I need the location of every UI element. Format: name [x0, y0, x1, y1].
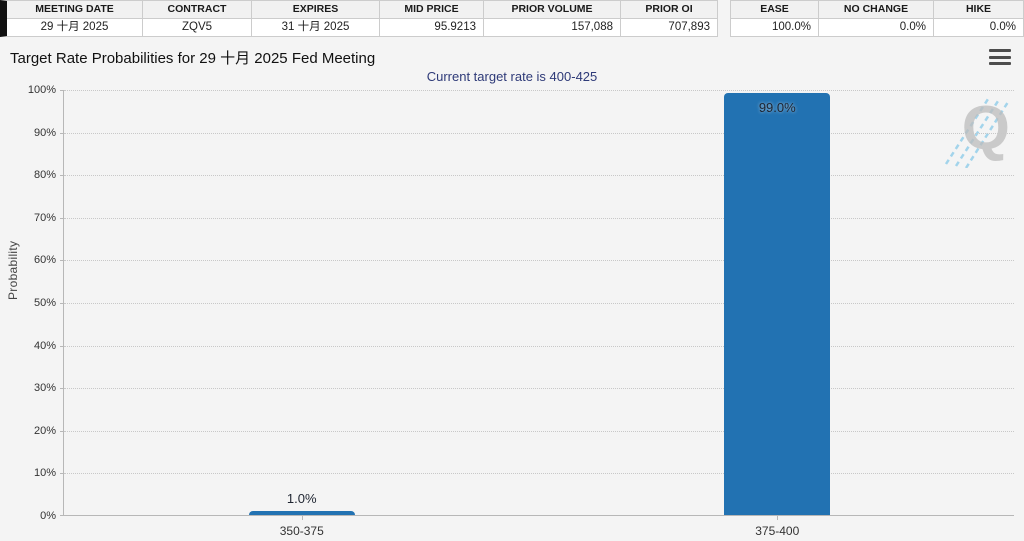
y-axis-tick-label: 50%: [12, 296, 56, 310]
watermark-q-logo: Q: [944, 92, 1012, 168]
y-axis-tick-label: 70%: [12, 211, 56, 225]
y-axis-tick: [60, 303, 64, 304]
summary-left-header-row: MEETING DATE CONTRACT EXPIRES MID PRICE …: [7, 1, 717, 19]
y-axis-tick-label: 60%: [12, 253, 56, 267]
hike-value: 0.0%: [934, 19, 1023, 36]
menu-bar: [989, 56, 1011, 59]
y-axis-tick-label: 40%: [12, 339, 56, 353]
y-axis-tick: [60, 431, 64, 432]
bar-value-label: 1.0%: [262, 491, 342, 506]
col-header-meeting-date: MEETING DATE: [7, 1, 143, 18]
y-axis-tick-label: 20%: [12, 424, 56, 438]
y-axis-tick: [60, 515, 64, 516]
y-axis-tick: [60, 218, 64, 219]
summary-right-header-row: EASE NO CHANGE HIKE: [731, 1, 1023, 19]
x-axis-category-label: 375-400: [717, 524, 837, 538]
summary-table-left: MEETING DATE CONTRACT EXPIRES MID PRICE …: [0, 0, 718, 37]
gridline-30: [64, 388, 1014, 389]
y-axis-tick: [60, 260, 64, 261]
summary-left-data-row: 29 十月 2025 ZQV5 31 十月 2025 95.9213 157,0…: [7, 19, 717, 36]
mid-price-value: 95.9213: [380, 19, 484, 36]
col-header-hike: HIKE: [934, 1, 1023, 18]
col-header-prior-volume: PRIOR VOLUME: [484, 1, 621, 18]
gridline-80: [64, 175, 1014, 176]
chart-subtitle: Current target rate is 400-425: [0, 69, 1024, 84]
meeting-date-value: 29 十月 2025: [7, 19, 143, 36]
y-axis-tick: [60, 346, 64, 347]
gridline-20: [64, 431, 1014, 432]
y-axis-tick-label: 80%: [12, 168, 56, 182]
contract-value: ZQV5: [143, 19, 252, 36]
col-header-ease: EASE: [731, 1, 819, 18]
col-header-no-change: NO CHANGE: [819, 1, 934, 18]
summary-right-data-row: 100.0% 0.0% 0.0%: [731, 19, 1023, 36]
chart-title: Target Rate Probabilities for 29 十月 2025…: [10, 47, 375, 68]
prior-oi-value: 707,893: [621, 19, 717, 36]
ease-value: 100.0%: [731, 19, 819, 36]
gridline-90: [64, 133, 1014, 134]
gridline-70: [64, 218, 1014, 219]
y-axis-tick-label: 10%: [12, 466, 56, 480]
prior-volume-value: 157,088: [484, 19, 621, 36]
x-axis-category-label: 350-375: [242, 524, 362, 538]
gridline-100: [64, 90, 1014, 91]
gridline-10: [64, 473, 1014, 474]
x-axis-tick: [302, 515, 303, 520]
menu-bar: [989, 49, 1011, 52]
gridline-50: [64, 303, 1014, 304]
bar-value-label: 99.0%: [737, 100, 817, 115]
y-axis-tick-label: 30%: [12, 381, 56, 395]
y-axis-tick: [60, 133, 64, 134]
x-axis-tick: [777, 515, 778, 520]
col-header-mid-price: MID PRICE: [380, 1, 484, 18]
col-header-prior-oi: PRIOR OI: [621, 1, 717, 18]
watermark-q-letter: Q: [962, 98, 1010, 160]
menu-icon[interactable]: [989, 49, 1011, 65]
summary-strip: MEETING DATE CONTRACT EXPIRES MID PRICE …: [0, 0, 1024, 37]
watermark-dashes-icon: [944, 92, 1012, 168]
gridline-40: [64, 346, 1014, 347]
y-axis-tick-label: 0%: [12, 509, 56, 523]
expires-value: 31 十月 2025: [252, 19, 380, 36]
bar-375-400[interactable]: [724, 93, 830, 515]
y-axis-tick: [60, 175, 64, 176]
col-header-contract: CONTRACT: [143, 1, 252, 18]
col-header-expires: EXPIRES: [252, 1, 380, 18]
no-change-value: 0.0%: [819, 19, 934, 36]
y-axis-title: Probability: [6, 241, 20, 300]
plot-area: Q 0%10%20%30%40%50%60%70%80%90%100%1.0%3…: [63, 90, 1014, 516]
y-axis-tick: [60, 473, 64, 474]
y-axis-tick: [60, 388, 64, 389]
y-axis-tick-label: 100%: [12, 83, 56, 97]
y-axis-tick-label: 90%: [12, 126, 56, 140]
y-axis-tick: [60, 90, 64, 91]
summary-table-right: EASE NO CHANGE HIKE 100.0% 0.0% 0.0%: [730, 0, 1024, 37]
menu-bar: [989, 62, 1011, 65]
gridline-60: [64, 260, 1014, 261]
